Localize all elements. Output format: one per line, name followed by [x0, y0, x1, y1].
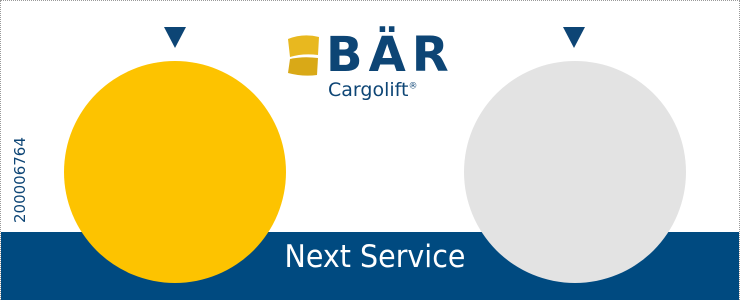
registered-mark: ® [408, 81, 418, 92]
right-sticker-disc [464, 61, 686, 283]
brand-subname: Cargolift® [328, 79, 417, 101]
logo-mark-icon [288, 35, 319, 76]
brand-name: BÄR [326, 27, 455, 83]
left-triangle-marker-icon [164, 27, 186, 48]
left-sticker-disc [64, 61, 286, 283]
right-triangle-marker-icon [563, 27, 585, 48]
brand-subname-text: Cargolift [328, 79, 409, 101]
service-label: Next Service 200006764 BÄR Cargolift® [0, 0, 740, 300]
part-number: 200006764 [11, 137, 29, 223]
baer-cargolift-logo: BÄR Cargolift® [286, 29, 471, 109]
